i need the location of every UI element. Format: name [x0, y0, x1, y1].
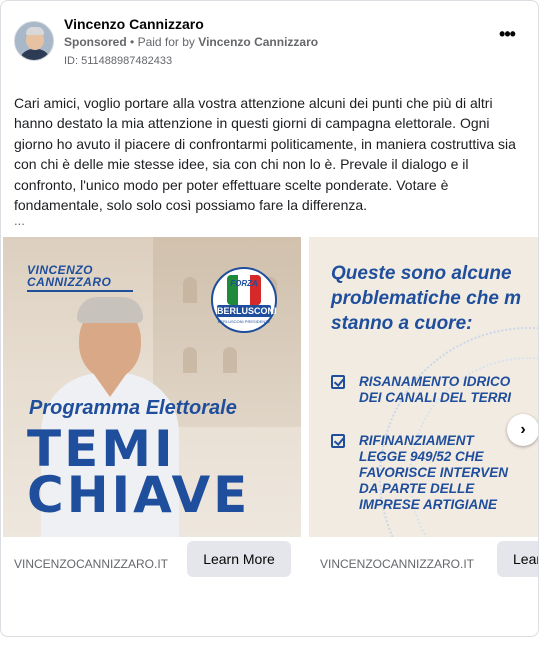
carousel-image-2[interactable]: Queste sono alcune problematiche che m s…: [309, 237, 538, 537]
paid-for-label: Paid for by: [137, 35, 195, 49]
see-more-link[interactable]: ...: [14, 213, 25, 228]
learn-more-button[interactable]: Learn More: [497, 541, 538, 577]
link-domain[interactable]: VINCENZOCANNIZZARO.IT: [320, 557, 474, 571]
slide2-title: Queste sono alcune problematiche che m s…: [331, 263, 522, 334]
more-options-icon[interactable]: •••: [495, 25, 519, 49]
chevron-right-icon[interactable]: ›: [507, 414, 538, 446]
headline-chiave: CHIAVE: [27, 466, 251, 524]
carousel-image-1[interactable]: VINCENZO CANNIZZARO FORZA BERLUSCONI BER…: [3, 237, 301, 537]
avatar[interactable]: [14, 21, 54, 61]
program-subtitle: Programma Elettorale: [29, 397, 237, 419]
carousel-card-1[interactable]: VINCENZO CANNIZZARO FORZA BERLUSCONI BER…: [3, 237, 301, 583]
post-header: Vincenzo Cannizzaro Sponsored • Paid for…: [14, 13, 525, 73]
carousel-footer-2: VINCENZOCANNIZZARO.IT Learn More: [309, 537, 538, 583]
sponsored-line: Sponsored • Paid for by Vincenzo Cannizz…: [64, 35, 318, 49]
author-name[interactable]: Vincenzo Cannizzaro: [64, 16, 204, 32]
meta-separator: •: [130, 35, 135, 49]
learn-more-button[interactable]: Learn More: [187, 541, 291, 577]
paid-by-name: Vincenzo Cannizzaro: [198, 35, 319, 49]
ad-carousel: VINCENZO CANNIZZARO FORZA BERLUSCONI BER…: [3, 237, 538, 583]
link-domain[interactable]: VINCENZOCANNIZZARO.IT: [14, 557, 168, 571]
carousel-footer-1: VINCENZOCANNIZZARO.IT Learn More: [3, 537, 301, 583]
sponsored-label: Sponsored: [64, 35, 127, 49]
post-body: Cari amici, voglio portare alla vostra a…: [14, 95, 516, 214]
checkbox-icon: [331, 434, 345, 448]
ad-id: ID: 511488987482433: [64, 55, 173, 67]
candidate-logo: VINCENZO CANNIZZARO: [27, 264, 133, 292]
checkbox-icon: [331, 375, 345, 389]
carousel-card-2[interactable]: Queste sono alcune problematiche che m s…: [309, 237, 538, 583]
ad-card: Vincenzo Cannizzaro Sponsored • Paid for…: [0, 0, 539, 637]
party-logo: FORZA BERLUSCONI BERLUSCONI PRESIDENTE: [211, 267, 277, 333]
